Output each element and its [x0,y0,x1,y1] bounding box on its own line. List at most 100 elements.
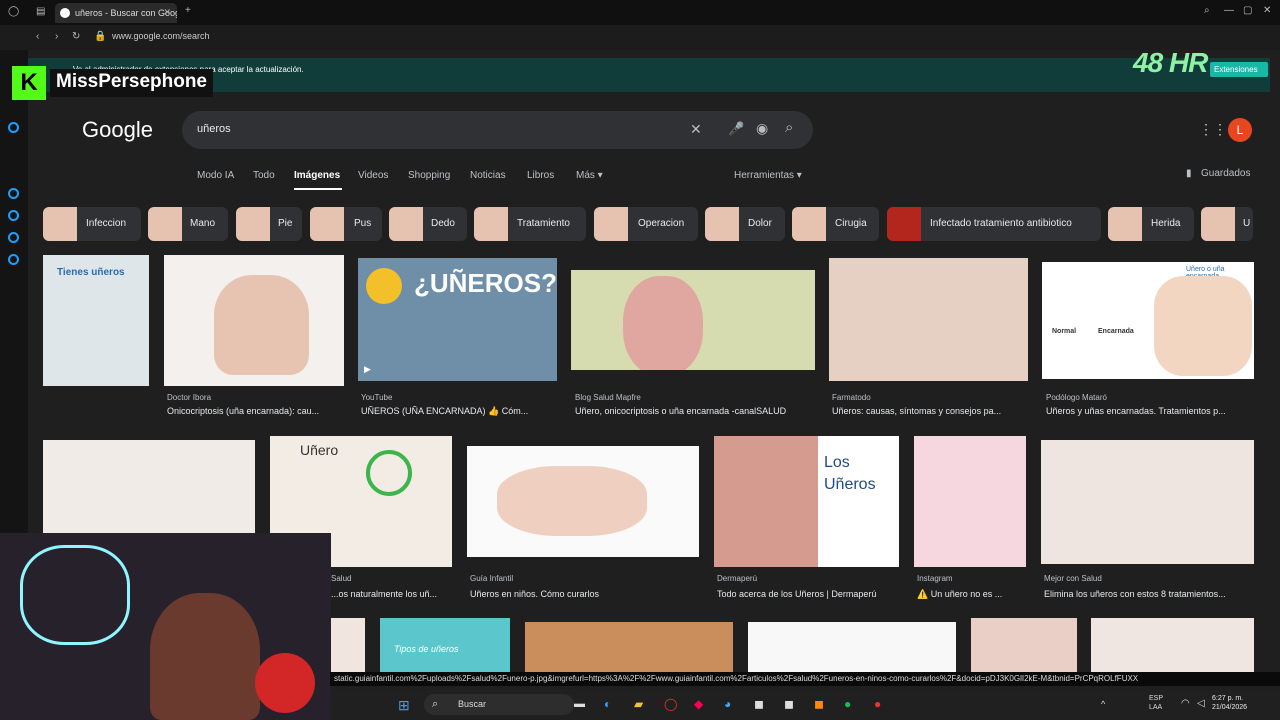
settings-icon[interactable] [8,254,19,265]
reload-icon[interactable]: ↻ [72,31,80,42]
minimize-icon[interactable]: — [1224,5,1234,16]
status-url: static.guiainfantil.com%2Fuploads%2Fsalu… [330,672,1280,686]
opera-taskbar-icon[interactable]: ◯ [664,697,677,711]
forward-icon[interactable]: › [55,31,58,42]
result-image[interactable] [164,255,344,386]
history-icon[interactable] [8,210,19,221]
chip-dedo[interactable]: Dedo [389,207,467,241]
tab-mas[interactable]: Más ▾ [576,170,603,181]
app-icon[interactable]: ◼ [754,697,764,711]
app-icon[interactable]: ● [874,697,881,711]
url-text[interactable]: www.google.com/search [112,31,210,41]
chip-infeccion[interactable]: Infeccion [43,207,141,241]
opera-icon[interactable]: ◯ [8,6,19,17]
maximize-icon[interactable]: ▢ [1243,5,1252,16]
result-caption[interactable]: UÑEROS (UÑA ENCARNADA) 👍 Cóm... [361,406,556,417]
result-image[interactable] [467,446,699,557]
back-icon[interactable]: ‹ [36,31,39,42]
messenger-icon[interactable] [8,122,19,133]
result-caption[interactable]: Onicocriptosis (uña encarnada): cau... [167,406,342,416]
tab-modo-ia[interactable]: Modo IA [197,170,234,181]
result-image[interactable] [914,436,1026,567]
tab-active[interactable]: uñeros - Buscar con Google ✕ [55,3,177,23]
start-icon[interactable]: ⊞ [398,697,410,714]
chip-label: Tratamiento [517,218,570,229]
avatar[interactable]: L [1228,118,1252,142]
result-image[interactable]: Los Uñeros [714,436,899,567]
result-image-video[interactable]: ¿UÑEROS? ▶ [358,258,557,381]
result-image[interactable] [525,622,733,672]
tab-videos[interactable]: Videos [358,170,388,181]
chip-mano[interactable]: Mano [148,207,228,241]
search-box[interactable] [182,111,813,149]
result-image[interactable]: Tienes uñeros [43,255,149,386]
result-image[interactable] [1091,618,1254,672]
close-window-icon[interactable]: ✕ [1263,5,1271,16]
chip-pus[interactable]: Pus [310,207,382,241]
google-logo[interactable]: Google [82,117,153,143]
lens-icon[interactable]: ◉ [756,120,768,137]
result-caption[interactable]: ⚠️ Un uñero no es ... [917,589,1027,600]
wifi-icon[interactable]: ◠ [1181,698,1190,709]
result-caption[interactable]: Elimina los uñeros con estos 8 tratamien… [1044,589,1254,599]
result-image[interactable] [571,270,815,370]
microphone-icon[interactable]: 🎤 [728,121,744,137]
chip-cirugia[interactable]: Cirugia [792,207,879,241]
result-caption[interactable]: Uñeros en niños. Cómo curarlos [470,589,698,599]
apps-icon[interactable]: ⋮⋮ [1199,121,1227,138]
chip-pie[interactable]: Pie [236,207,302,241]
new-tab-icon[interactable]: + [185,5,191,16]
search-input[interactable]: uñeros [197,123,231,135]
clear-icon[interactable]: ✕ [690,121,702,138]
result-image[interactable] [829,258,1028,381]
close-tab-icon[interactable]: ✕ [163,7,171,18]
app-icon[interactable]: ◼ [814,697,824,711]
result-image[interactable] [748,622,956,672]
volume-icon[interactable]: ◁ [1197,698,1205,709]
player-icon[interactable] [8,188,19,199]
image-text: ¿UÑEROS? [414,268,557,298]
chip-more[interactable]: U [1201,207,1253,241]
clock[interactable]: 6:27 p. m. 21/04/2026 [1212,694,1247,712]
tab-list-icon[interactable]: ▤ [36,6,45,17]
folder-icon[interactable]: ▰ [634,697,643,711]
edge-icon[interactable]: ◐ [604,697,611,711]
tab-imagenes[interactable]: Imágenes [294,170,340,181]
extensions-button[interactable]: Extensiones [1210,62,1268,77]
tray-chevron-icon[interactable]: ^ [1101,699,1105,709]
tab-shopping[interactable]: Shopping [408,170,450,181]
chip-dolor[interactable]: Dolor [705,207,785,241]
app-icon[interactable]: ◼ [784,697,794,711]
result-caption[interactable]: Uñeros y uñas encarnadas. Tratamientos p… [1046,406,1251,416]
tab-libros[interactable]: Libros [527,170,554,181]
result-image[interactable] [1041,440,1254,564]
result-image[interactable] [331,618,365,672]
extensions-icon[interactable] [8,232,19,243]
spotify-icon[interactable]: ● [844,697,851,711]
result-caption[interactable]: Todo acerca de los Uñeros | Dermaperú [717,589,899,599]
result-caption[interactable]: Uñero, onicocriptosis o uña encarnada -c… [575,406,815,416]
lock-icon: 🔒 [94,31,107,42]
result-image[interactable]: Tipos de uñeros [380,618,510,672]
result-caption[interactable]: ...os naturalmente los uñ... [331,589,451,599]
brave-icon[interactable]: ◆ [694,697,703,711]
result-caption[interactable]: Uñeros: causas, síntomas y consejos pa..… [832,406,1027,416]
active-tab-indicator [294,188,342,190]
language-indicator[interactable]: ESP LAA [1149,694,1171,712]
result-image[interactable] [971,618,1077,672]
tab-todo[interactable]: Todo [253,170,275,181]
tab-noticias[interactable]: Noticias [470,170,506,181]
chip-operacion[interactable]: Operacion [594,207,698,241]
result-image[interactable]: Uñero o uña encarnada Normal Encarnada [1042,262,1254,379]
chip-infectado[interactable]: Infectado tratamiento antibiotico [887,207,1101,241]
explorer-icon[interactable]: ▬ [574,698,585,710]
search-icon[interactable]: ⌕ [785,119,793,136]
saved-button[interactable]: Guardados [1201,168,1250,179]
search-tabs-icon[interactable]: ⌕ [1204,5,1210,16]
chip-herida[interactable]: Herida [1108,207,1194,241]
tools-button[interactable]: Herramientas ▾ [734,170,802,181]
result-image[interactable] [43,440,255,534]
chrome-icon[interactable]: ◕ [724,697,731,711]
chip-tratamiento[interactable]: Tratamiento [474,207,586,241]
taskbar-search[interactable]: ⌕ Buscar [424,694,574,715]
